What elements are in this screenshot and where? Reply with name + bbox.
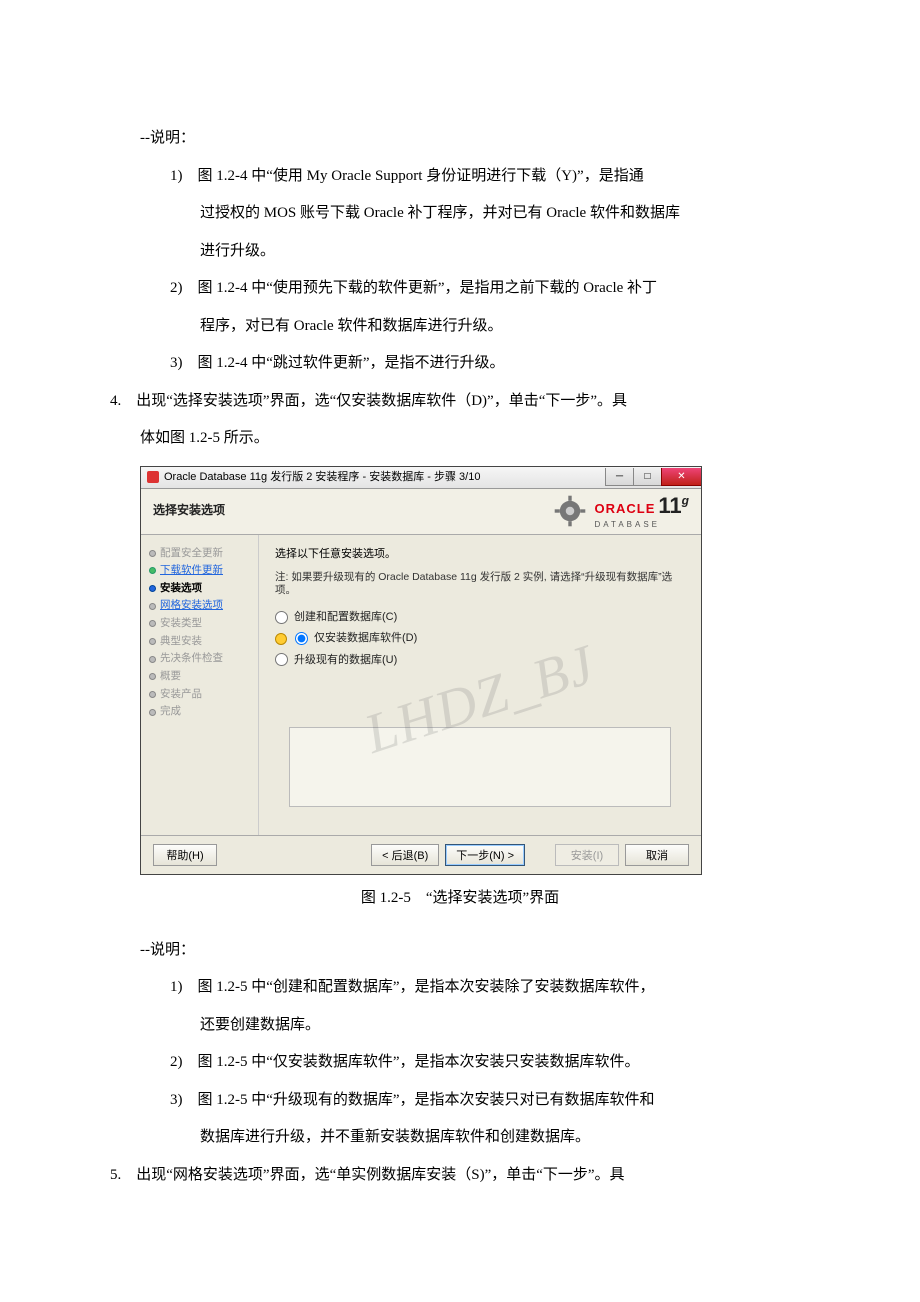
installer-window: Oracle Database 11g 发行版 2 安装程序 - 安装数据库 -… bbox=[140, 466, 702, 875]
next-button[interactable]: 下一步(N) > bbox=[445, 844, 525, 866]
help-button[interactable]: 帮助(H) bbox=[153, 844, 217, 866]
step-5: 安装类型 bbox=[149, 615, 258, 633]
cancel-button[interactable]: 取消 bbox=[625, 844, 689, 866]
list2-item1: 1) 图 1.2-5 中“创建和配置数据库”，是指本次安装除了安装数据库软件， bbox=[80, 969, 840, 1007]
step-6: 典型安装 bbox=[149, 633, 258, 651]
brand-database: DATABASE bbox=[595, 520, 690, 530]
wizard-content: 选择以下任意安装选项。 注: 如果要升级现有的 Oracle Database … bbox=[259, 535, 701, 835]
list1-item2b: 程序，对已有 Oracle 软件和数据库进行升级。 bbox=[80, 308, 840, 346]
para-5: 5. 出现“网格安装选项”界面，选“单实例数据库安装（S)”，单击“下一步”。具 bbox=[80, 1157, 840, 1195]
radio-software-label: 仅安装数据库软件(D) bbox=[314, 631, 417, 645]
maximize-button[interactable]: □ bbox=[633, 468, 661, 486]
brand-oracle: ORACLE bbox=[595, 501, 656, 516]
close-button[interactable]: ✕ bbox=[661, 468, 701, 486]
content-desc: 选择以下任意安装选项。 bbox=[275, 547, 685, 561]
oracle-icon bbox=[147, 471, 159, 483]
content-note: 注: 如果要升级现有的 Oracle Database 11g 发行版 2 实例… bbox=[275, 571, 685, 598]
step-1: 配置安全更新 bbox=[149, 545, 258, 563]
note-label-2: --说明： bbox=[80, 932, 840, 970]
step-2[interactable]: 下载软件更新 bbox=[149, 562, 258, 580]
step-4[interactable]: 网格安装选项 bbox=[149, 597, 258, 615]
radio-software-only[interactable]: 仅安装数据库软件(D) bbox=[275, 631, 685, 645]
step-3: 安装选项 bbox=[149, 580, 258, 598]
window-title: Oracle Database 11g 发行版 2 安装程序 - 安装数据库 -… bbox=[164, 470, 480, 484]
note-label: --说明： bbox=[80, 120, 840, 158]
para-4b: 体如图 1.2-5 所示。 bbox=[80, 420, 840, 458]
list1-item3: 3) 图 1.2-4 中“跳过软件更新”，是指不进行升级。 bbox=[80, 345, 840, 383]
list2-item3: 3) 图 1.2-5 中“升级现有的数据库”，是指本次安装只对已有数据库软件和 bbox=[80, 1082, 840, 1120]
figure-caption: 图 1.2-5 “选择安装选项”界面 bbox=[80, 885, 840, 912]
title-bar: Oracle Database 11g 发行版 2 安装程序 - 安装数据库 -… bbox=[141, 467, 701, 489]
step-10: 完成 bbox=[149, 703, 258, 721]
button-bar: 帮助(H) < 后退(B) 下一步(N) > 安装(I) 取消 bbox=[141, 835, 701, 874]
list2-item2: 2) 图 1.2-5 中“仅安装数据库软件”，是指本次安装只安装数据库软件。 bbox=[80, 1044, 840, 1082]
list2-item1b: 还要创建数据库。 bbox=[80, 1007, 840, 1045]
radio-upgrade-label: 升级现有的数据库(U) bbox=[294, 653, 397, 667]
wizard-header: 选择安装选项 ORACLE11g DATABASE bbox=[141, 489, 701, 535]
radio-software-input[interactable] bbox=[295, 632, 308, 645]
list1-item1b: 过授权的 MOS 账号下载 Oracle 补丁程序，并对已有 Oracle 软件… bbox=[80, 195, 840, 233]
step-list: 配置安全更新 下载软件更新 安装选项 网格安装选项 安装类型 典型安装 先决条件… bbox=[141, 535, 259, 835]
minimize-button[interactable]: ─ bbox=[605, 468, 633, 486]
message-box bbox=[289, 727, 671, 807]
section-title: 选择安装选项 bbox=[153, 503, 225, 519]
radio-create-label: 创建和配置数据库(C) bbox=[294, 610, 397, 624]
brand-area: ORACLE11g DATABASE bbox=[553, 492, 690, 531]
hint-icon bbox=[275, 633, 287, 645]
back-button[interactable]: < 后退(B) bbox=[371, 844, 439, 866]
brand-11g: 11g bbox=[658, 493, 689, 518]
para-4a: 4. 出现“选择安装选项”界面，选“仅安装数据库软件（D)”，单击“下一步”。具 bbox=[80, 383, 840, 421]
radio-upgrade-input[interactable] bbox=[275, 653, 288, 666]
list1-item1: 1) 图 1.2-4 中“使用 My Oracle Support 身份证明进行… bbox=[80, 158, 840, 196]
radio-create-configure[interactable]: 创建和配置数据库(C) bbox=[275, 610, 685, 624]
window-buttons: ─ □ ✕ bbox=[605, 468, 701, 486]
install-button: 安装(I) bbox=[555, 844, 619, 866]
list1-item1c: 进行升级。 bbox=[80, 233, 840, 271]
radio-create-input[interactable] bbox=[275, 611, 288, 624]
step-8: 概要 bbox=[149, 668, 258, 686]
list2-item3b: 数据库进行升级，并不重新安装数据库软件和创建数据库。 bbox=[80, 1119, 840, 1157]
step-7: 先决条件检查 bbox=[149, 650, 258, 668]
radio-upgrade[interactable]: 升级现有的数据库(U) bbox=[275, 653, 685, 667]
step-9: 安装产品 bbox=[149, 686, 258, 704]
list1-item2: 2) 图 1.2-4 中“使用预先下载的软件更新”，是指用之前下载的 Oracl… bbox=[80, 270, 840, 308]
gear-icon bbox=[553, 494, 587, 528]
